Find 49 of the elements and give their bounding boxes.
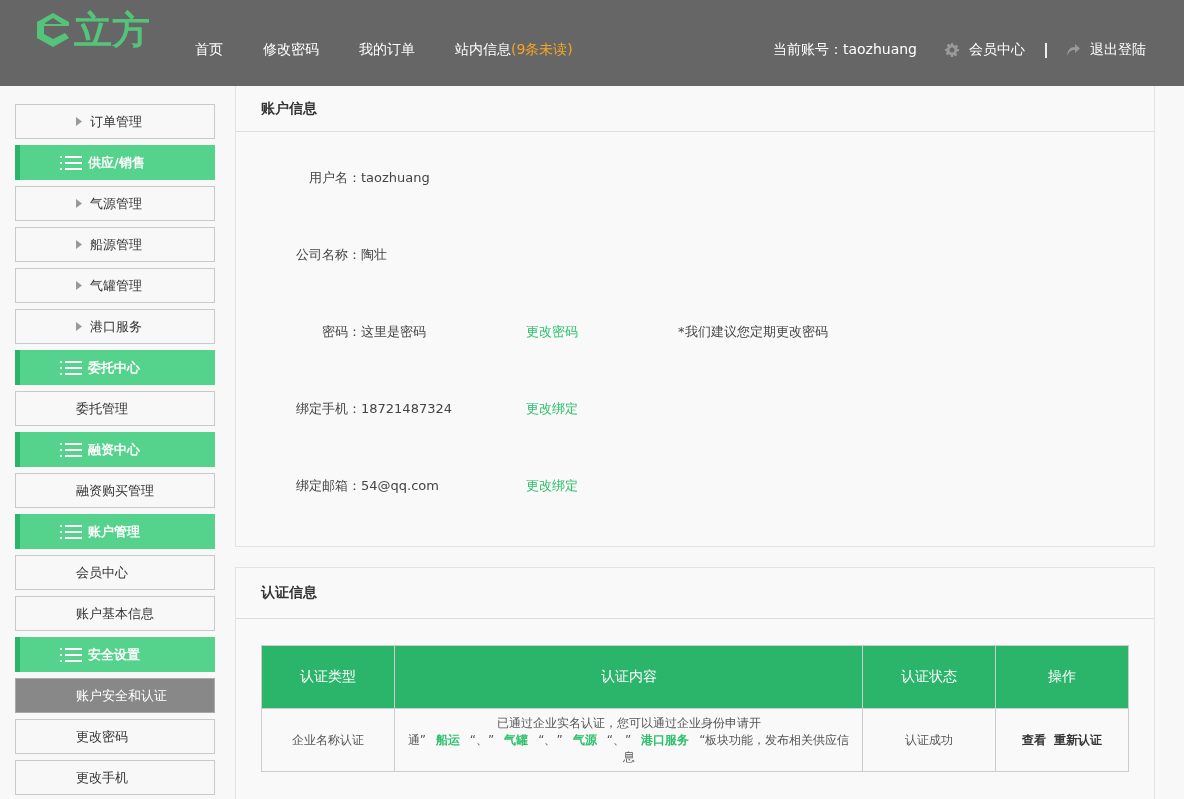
list-icon <box>60 155 82 170</box>
field-label: 绑定手机： <box>295 399 361 418</box>
list-icon <box>60 360 82 375</box>
nav-link[interactable]: 站内信息(9条未读) <box>455 41 573 59</box>
logout-link[interactable]: 退出登陆 <box>1090 41 1146 59</box>
panel-title: 认证信息 <box>261 584 317 602</box>
member-center-link[interactable]: 会员中心 <box>969 41 1025 59</box>
list-icon <box>60 524 82 539</box>
column-header: 认证类型 <box>261 645 395 709</box>
nav-link[interactable]: 首页 <box>195 41 223 59</box>
panel-title: 账户信息 <box>261 99 317 118</box>
action-link[interactable]: 查看 <box>1022 732 1046 747</box>
account-text: 当前账号：taozhuang <box>772 41 917 59</box>
table-cell: 企业名称认证 <box>261 708 395 772</box>
list-icon <box>60 647 82 662</box>
hint-text: *我们建议您定期更改密码 <box>678 322 828 341</box>
table-cell: 认证成功 <box>862 708 996 772</box>
field-label: 公司名称： <box>295 245 361 264</box>
sidebar-item[interactable]: 账户基本信息 <box>15 596 215 631</box>
sidebar-item[interactable]: 更改手机 <box>15 760 215 795</box>
nav-link[interactable]: 修改密码 <box>263 41 319 59</box>
list-icon <box>60 442 82 457</box>
action-link[interactable]: 重新认证 <box>1054 732 1102 747</box>
column-header: 认证状态 <box>862 645 996 709</box>
sidebar-item[interactable]: 账户安全和认证 <box>15 678 215 713</box>
sidebar-item[interactable]: 气罐管理 <box>15 268 215 303</box>
field-value: 18721487324 <box>361 401 453 416</box>
logo-text: 立方 <box>74 9 150 50</box>
field-label: 用户名： <box>308 168 361 187</box>
field-value: 54@qq.com <box>361 478 440 493</box>
sidebar-item[interactable]: 气源管理 <box>15 186 215 221</box>
column-header: 认证内容 <box>394 645 863 709</box>
sidebar-item[interactable]: 融资购买管理 <box>15 473 215 508</box>
sidebar-item[interactable]: 港口服务 <box>15 309 215 344</box>
sidebar-item[interactable]: 订单管理 <box>15 104 215 139</box>
sidebar-item[interactable]: 更改密码 <box>15 719 215 754</box>
field-value: 这里是密码 <box>361 322 427 341</box>
gear-icon <box>945 43 959 57</box>
field-label: 密码： <box>321 322 361 341</box>
field-label: 绑定邮箱： <box>295 476 361 495</box>
sidebar-item[interactable]: 委托管理 <box>15 391 215 426</box>
table-cell: 已通过企业实名认证，您可以通过企业身份申请开通” 船运 “、” 气罐 “、” 气源 “、” 港口服务 “板块功能，发布相关供应信息 <box>394 708 863 772</box>
sidebar-item[interactable]: 船源管理 <box>15 227 215 262</box>
nav-link[interactable]: 我的订单 <box>359 41 415 59</box>
column-header: 操作 <box>995 645 1129 709</box>
field-value: 陶壮 <box>361 245 388 264</box>
sidebar-item[interactable]: 会员中心 <box>15 555 215 590</box>
share-arrow-icon <box>1067 44 1080 56</box>
field-value: taozhuang <box>361 170 431 185</box>
